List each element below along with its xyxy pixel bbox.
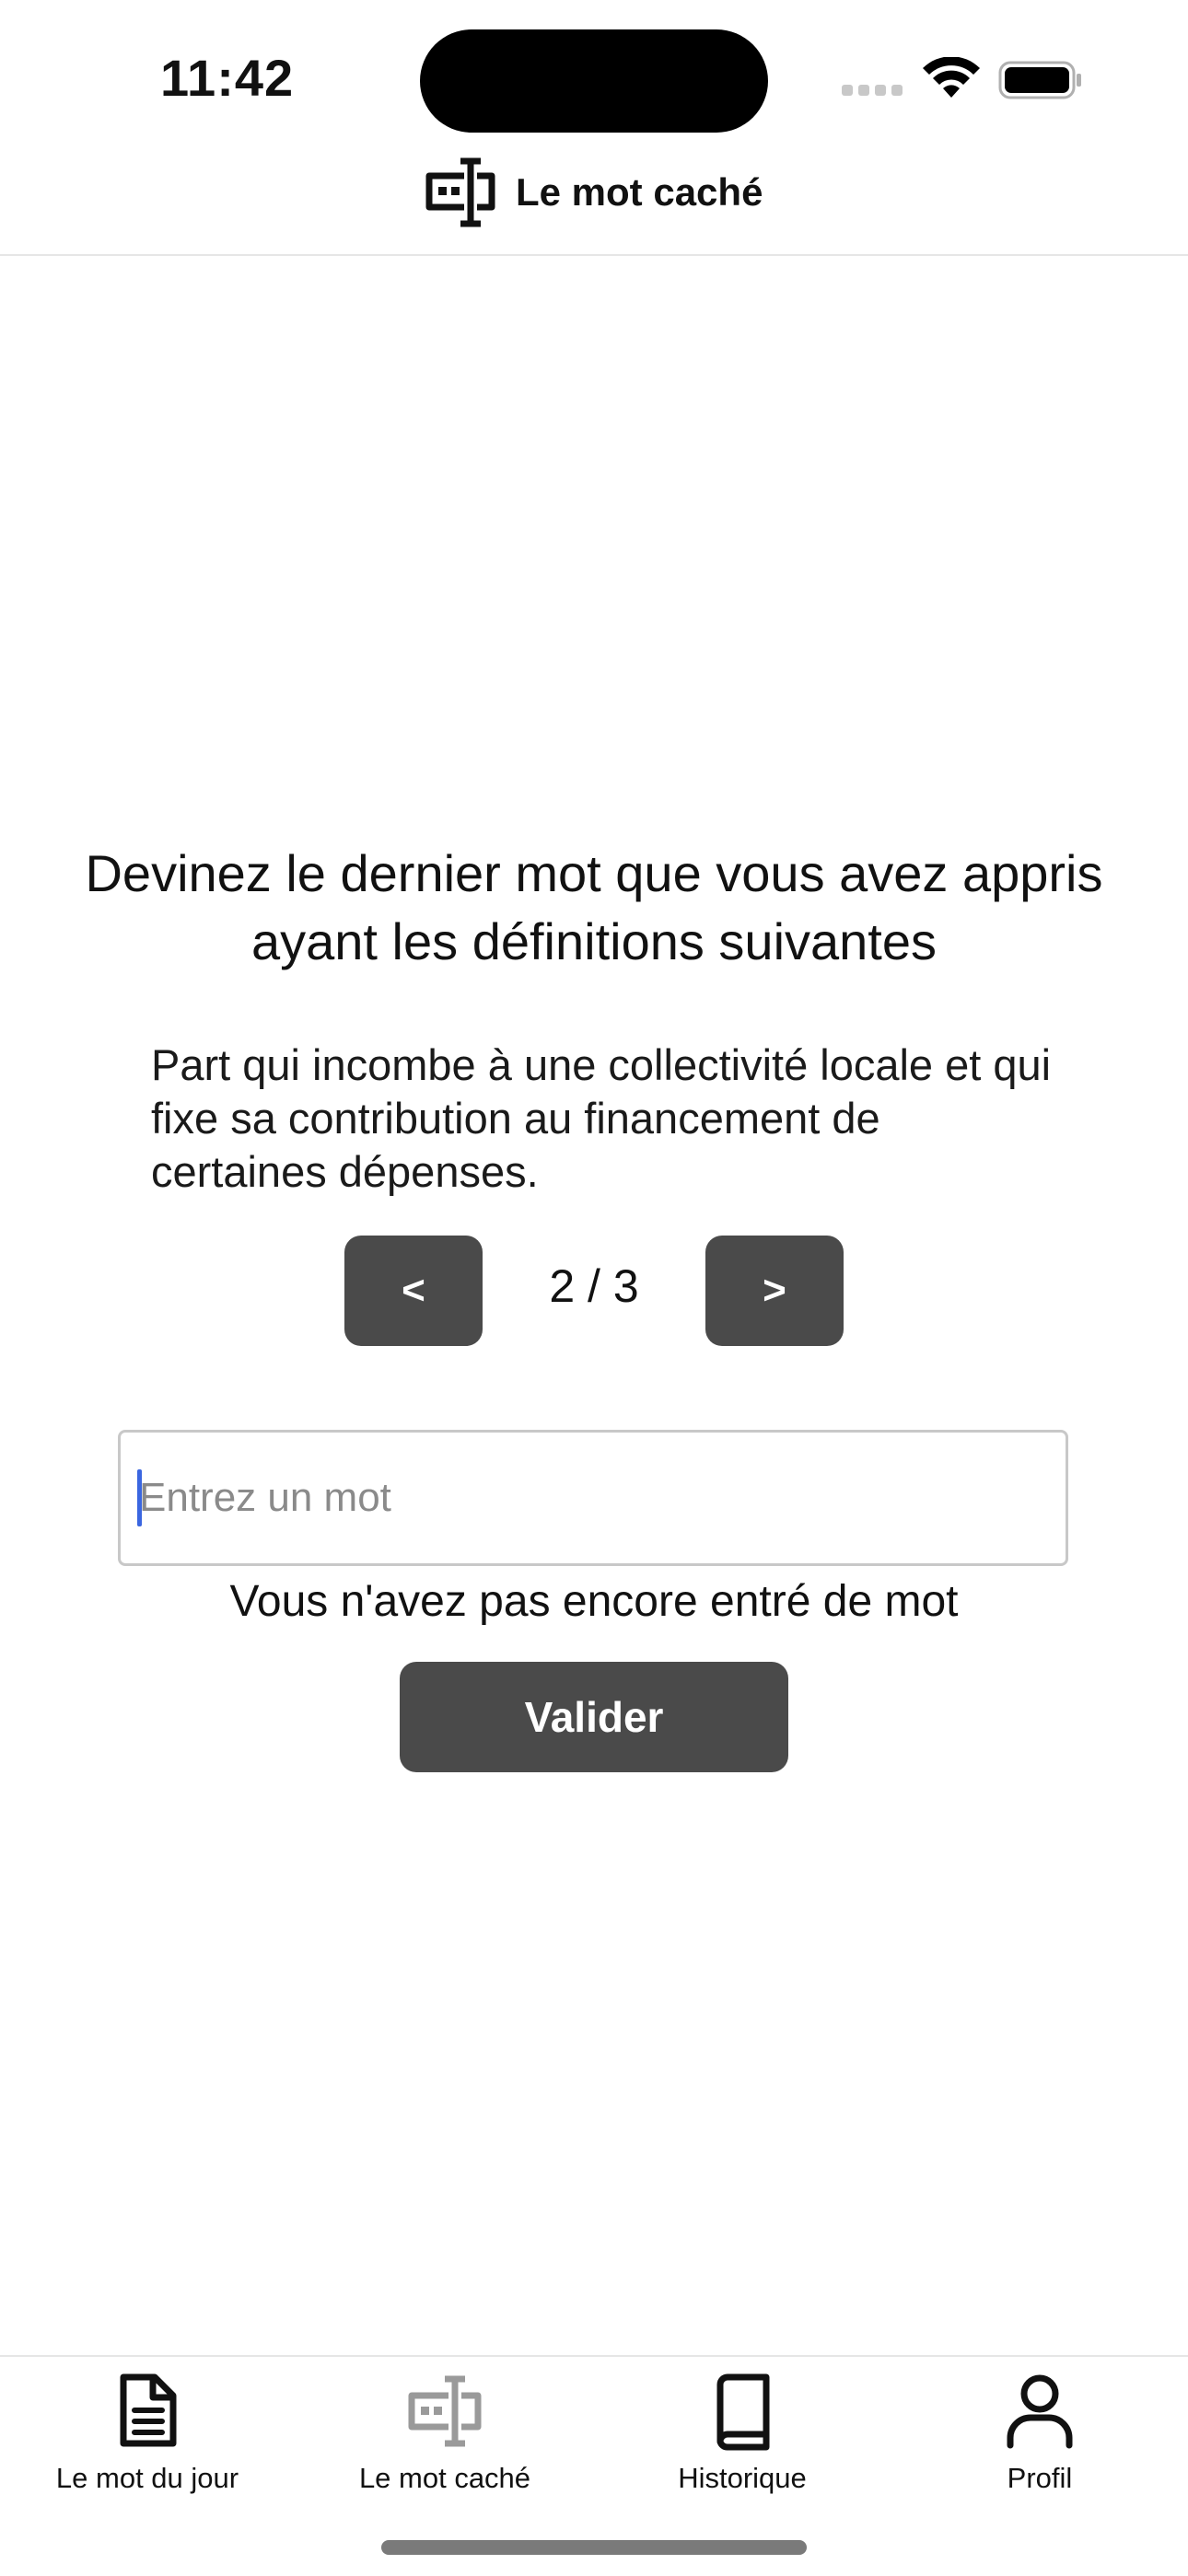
tab-label: Le mot du jour	[55, 2462, 239, 2494]
dynamic-island	[420, 29, 768, 133]
page-title: Le mot caché	[516, 170, 763, 214]
tab-label: Le mot caché	[358, 2462, 531, 2494]
tab-label: Historique	[678, 2462, 807, 2494]
tab-profil[interactable]: Profil	[902, 2370, 1178, 2508]
home-indicator[interactable]	[381, 2540, 807, 2555]
validate-button[interactable]: Valider	[400, 1662, 788, 1772]
document-icon	[120, 2373, 177, 2447]
question-heading: Devinez le dernier mot que vous avez app…	[85, 844, 1103, 970]
book-icon	[716, 2373, 770, 2451]
tab-le-mot-du-jour[interactable]: Le mot du jour	[9, 2370, 285, 2508]
tab-le-mot-cache[interactable]: Le mot caché	[307, 2370, 583, 2508]
previous-definition-button[interactable]: <	[344, 1236, 483, 1346]
text-cursor-box-icon	[408, 2375, 482, 2447]
input-status-message: Vous n'avez pas encore entré de mot	[229, 1577, 959, 1626]
page-indicator: 2 / 3	[549, 1260, 639, 1312]
next-definition-button[interactable]: >	[705, 1236, 844, 1346]
word-input[interactable]	[134, 1433, 1051, 1563]
word-input-container[interactable]	[118, 1430, 1068, 1566]
status-bar: 11:42	[0, 0, 1188, 138]
tab-historique[interactable]: Historique	[604, 2370, 880, 2508]
battery-icon	[998, 61, 1081, 99]
status-time: 11:42	[160, 49, 295, 107]
app-header: Le mot caché	[0, 138, 1188, 256]
definition-pager: < 2 / 3 >	[0, 1236, 1188, 1346]
text-cursor-box-icon	[425, 157, 495, 227]
definition-text: Part qui incombe à une collectivité loca…	[151, 1040, 1052, 1196]
wifi-icon	[923, 57, 980, 98]
user-icon	[1007, 2374, 1073, 2449]
cellular-signal-icon	[842, 85, 906, 98]
tab-label: Profil	[1007, 2462, 1073, 2494]
